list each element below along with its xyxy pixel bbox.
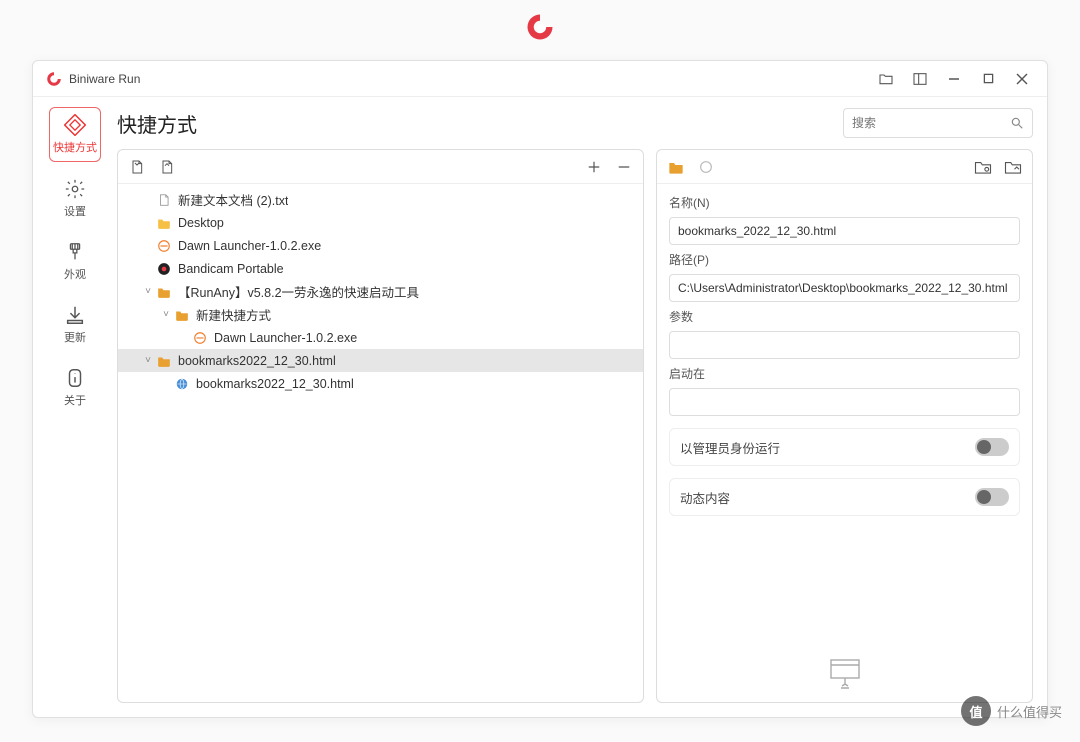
add-button[interactable] xyxy=(581,154,607,180)
tree-item-label: 新建文本文档 (2).txt xyxy=(178,190,288,209)
open-folder-button[interactable] xyxy=(1000,154,1026,180)
titlebar-folder-button[interactable] xyxy=(869,65,903,93)
refresh-button[interactable] xyxy=(693,154,719,180)
html-icon xyxy=(174,376,190,392)
remove-button[interactable] xyxy=(611,154,637,180)
tree-item-label: bookmarks2022_12_30.html xyxy=(196,377,354,391)
tree-item-label: Dawn Launcher-1.0.2.exe xyxy=(214,331,357,345)
item-type-icon xyxy=(663,154,689,180)
close-button[interactable] xyxy=(1005,65,1039,93)
name-input[interactable] xyxy=(669,217,1020,245)
search-box[interactable] xyxy=(843,108,1033,138)
tree-item-label: 新建快捷方式 xyxy=(196,305,271,324)
tree-item[interactable]: ˅ 【RunAny】v5.8.2一劳永逸的快速启动工具 xyxy=(118,280,643,303)
startin-label: 启动在 xyxy=(669,365,1020,382)
info-icon xyxy=(64,367,86,389)
tree-item-label: bookmarks2022_12_30.html xyxy=(178,354,336,368)
dynamic-toggle-label: 动态内容 xyxy=(680,488,975,507)
page-title: 快捷方式 xyxy=(117,109,197,138)
sidebar-item-update[interactable]: 更新 xyxy=(49,298,101,351)
admin-toggle[interactable] xyxy=(975,438,1009,456)
tree-item-label: Desktop xyxy=(178,216,224,230)
path-label: 路径(P) xyxy=(669,251,1020,268)
tree-item[interactable]: Dawn Launcher-1.0.2.exe xyxy=(118,326,643,349)
brush-icon xyxy=(64,241,86,263)
params-input[interactable] xyxy=(669,331,1020,359)
dynamic-toggle[interactable] xyxy=(975,488,1009,506)
tree-item[interactable]: Bandicam Portable xyxy=(118,257,643,280)
watermark-text: 什么值得买 xyxy=(997,702,1062,721)
sidebar-item-label: 设置 xyxy=(64,203,86,219)
sidebar-item-settings[interactable]: 设置 xyxy=(49,172,101,225)
sidebar-item-about[interactable]: 关于 xyxy=(49,361,101,414)
app-window: Biniware Run 快捷方式 设置 外观 更新 xyxy=(32,60,1048,718)
expander-icon[interactable]: ˅ xyxy=(158,309,174,320)
maximize-button[interactable] xyxy=(971,65,1005,93)
tree-item[interactable]: 新建文本文档 (2).txt xyxy=(118,188,643,211)
brand-logo xyxy=(0,0,1080,50)
bandicam-icon xyxy=(156,261,172,277)
new-file-button[interactable] xyxy=(124,154,150,180)
admin-toggle-row[interactable]: 以管理员身份运行 xyxy=(669,428,1020,466)
sidebar-item-shortcuts[interactable]: 快捷方式 xyxy=(49,107,101,162)
tree-list: 新建文本文档 (2).txt Desktop Dawn Launcher-1.0.2… xyxy=(118,184,643,702)
dynamic-toggle-row[interactable]: 动态内容 xyxy=(669,478,1020,516)
tree-item-label: Dawn Launcher-1.0.2.exe xyxy=(178,239,321,253)
tree-item-label: 【RunAny】v5.8.2一劳永逸的快速启动工具 xyxy=(178,282,419,301)
tree-item-label: Bandicam Portable xyxy=(178,262,284,276)
watermark: 值 什么值得买 xyxy=(961,696,1062,726)
minimize-button[interactable] xyxy=(937,65,971,93)
details-panel: 名称(N) 路径(P) 参数 启动在 以管理员身份运行 动 xyxy=(656,149,1033,703)
sidebar-item-label: 快捷方式 xyxy=(53,139,97,155)
search-input[interactable] xyxy=(852,116,1010,130)
expander-icon[interactable]: ˅ xyxy=(140,355,156,366)
tree-item[interactable]: ˅ 新建快捷方式 xyxy=(118,303,643,326)
download-icon xyxy=(64,304,86,326)
folder2-icon xyxy=(156,353,172,369)
details-toolbar xyxy=(657,150,1032,184)
sidebar-item-appearance[interactable]: 外观 xyxy=(49,235,101,288)
tree-panel: 新建文本文档 (2).txt Desktop Dawn Launcher-1.0.2… xyxy=(117,149,644,703)
sidebar-item-label: 更新 xyxy=(64,329,86,345)
details-footer-icon xyxy=(657,646,1032,702)
gear-icon xyxy=(64,178,86,200)
file-icon xyxy=(156,192,172,208)
name-label: 名称(N) xyxy=(669,194,1020,211)
startin-input[interactable] xyxy=(669,388,1020,416)
watermark-badge: 值 xyxy=(961,696,991,726)
shortcuts-icon xyxy=(64,114,86,136)
path-input[interactable] xyxy=(669,274,1020,302)
tree-item[interactable]: Dawn Launcher-1.0.2.exe xyxy=(118,234,643,257)
sidebar: 快捷方式 设置 外观 更新 关于 xyxy=(33,97,117,717)
tree-item[interactable]: Desktop xyxy=(118,211,643,234)
titlebar: Biniware Run xyxy=(33,61,1047,97)
folder2-icon xyxy=(156,284,172,300)
titlebar-panel-button[interactable] xyxy=(903,65,937,93)
folder2-icon xyxy=(174,307,190,323)
app-title: Biniware Run xyxy=(69,72,140,86)
admin-toggle-label: 以管理员身份运行 xyxy=(680,438,975,457)
app-icon xyxy=(45,70,63,88)
folder-icon xyxy=(156,215,172,231)
browse-folder-button[interactable] xyxy=(970,154,996,180)
tree-item[interactable]: ˅ bookmarks2022_12_30.html xyxy=(118,349,643,372)
app-orange-icon xyxy=(156,238,172,254)
search-icon xyxy=(1010,116,1024,130)
params-label: 参数 xyxy=(669,308,1020,325)
sidebar-item-label: 关于 xyxy=(64,392,86,408)
tree-toolbar xyxy=(118,150,643,184)
tree-item[interactable]: bookmarks2022_12_30.html xyxy=(118,372,643,395)
expander-icon[interactable]: ˅ xyxy=(140,286,156,297)
app-orange-icon xyxy=(192,330,208,346)
new-file-out-button[interactable] xyxy=(154,154,180,180)
sidebar-item-label: 外观 xyxy=(64,266,86,282)
